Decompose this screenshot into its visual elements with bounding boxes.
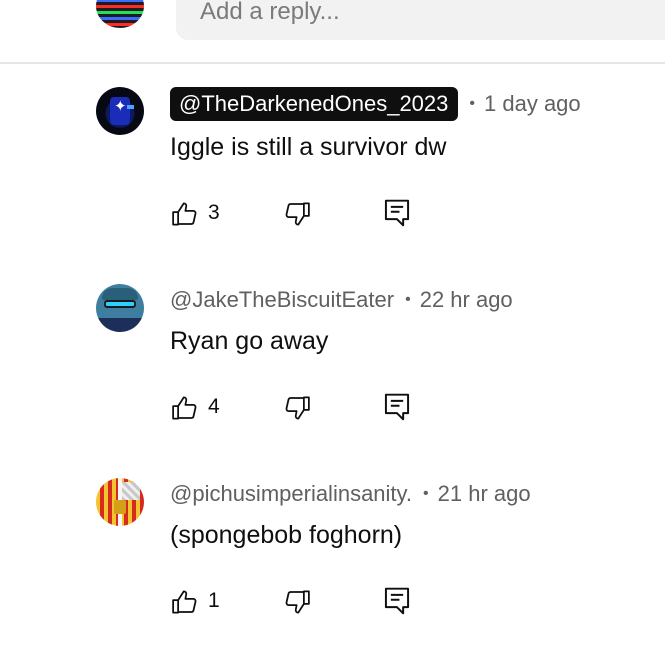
reply-button[interactable] <box>382 585 412 617</box>
thumbs-up-icon <box>172 396 197 420</box>
comment-header: @JakeTheBiscuitEater • 22 hr ago <box>170 287 513 313</box>
comment-timestamp[interactable]: 1 day ago <box>484 91 581 117</box>
thumbs-down-icon <box>285 590 310 614</box>
avatar-crest <box>114 500 126 514</box>
dislike-button[interactable] <box>282 393 312 423</box>
commenter-avatar[interactable] <box>96 478 144 526</box>
reply-icon <box>384 199 410 227</box>
divider <box>0 62 665 64</box>
comment-timestamp[interactable]: 21 hr ago <box>438 481 531 507</box>
reply-icon <box>384 393 410 421</box>
reply-icon <box>384 587 410 615</box>
avatar-quarter <box>122 482 140 500</box>
thumbs-down-icon <box>285 202 310 226</box>
like-button[interactable] <box>170 199 200 229</box>
current-user-avatar <box>96 0 144 28</box>
avatar-glasses <box>104 300 136 308</box>
separator-dot: • <box>423 485 429 502</box>
reply-button[interactable] <box>382 197 412 229</box>
commenter-avatar[interactable] <box>96 284 144 332</box>
commenter-handle[interactable]: @pichusimperialinsanity. <box>170 481 412 507</box>
comment-header: @TheDarkenedOnes_2023 • 1 day ago <box>170 87 581 121</box>
avatar-sparkle: ✦ <box>114 98 127 115</box>
dislike-button[interactable] <box>282 587 312 617</box>
avatar-hair <box>102 288 138 300</box>
comment-item: @pichusimperialinsanity. • 21 hr ago (sp… <box>0 478 665 648</box>
avatar-eye <box>127 105 134 109</box>
comment-text: (spongebob foghorn) <box>170 521 403 549</box>
comment-item: ✦ @TheDarkenedOnes_2023 • 1 day ago Iggl… <box>0 85 665 255</box>
reply-composer: Add a reply... <box>0 0 665 62</box>
like-button[interactable] <box>170 587 200 617</box>
reply-button[interactable] <box>382 391 412 423</box>
comment-item: @JakeTheBiscuitEater • 22 hr ago Ryan go… <box>0 284 665 454</box>
comment-text: Iggle is still a survivor dw <box>170 133 447 161</box>
commenter-handle[interactable]: @JakeTheBiscuitEater <box>170 287 394 313</box>
like-count: 3 <box>208 201 220 224</box>
like-count: 1 <box>208 589 220 612</box>
thumbs-down-icon <box>285 396 310 420</box>
thumbs-up-icon <box>172 590 197 614</box>
like-count: 4 <box>208 395 220 418</box>
separator-dot: • <box>405 291 411 308</box>
reply-input[interactable]: Add a reply... <box>176 0 665 40</box>
dislike-button[interactable] <box>282 199 312 229</box>
commenter-handle[interactable]: @TheDarkenedOnes_2023 <box>170 87 459 121</box>
comment-text: Ryan go away <box>170 327 329 355</box>
commenter-avatar[interactable]: ✦ <box>96 87 144 135</box>
comment-timestamp[interactable]: 22 hr ago <box>420 287 513 313</box>
separator-dot: • <box>469 95 476 112</box>
avatar-shirt <box>96 318 144 332</box>
like-button[interactable] <box>170 393 200 423</box>
comment-header: @pichusimperialinsanity. • 21 hr ago <box>170 481 531 507</box>
comment-thread: Add a reply... ✦ @TheDarkenedOnes_2023 •… <box>0 0 665 665</box>
thumbs-up-icon <box>172 202 197 226</box>
